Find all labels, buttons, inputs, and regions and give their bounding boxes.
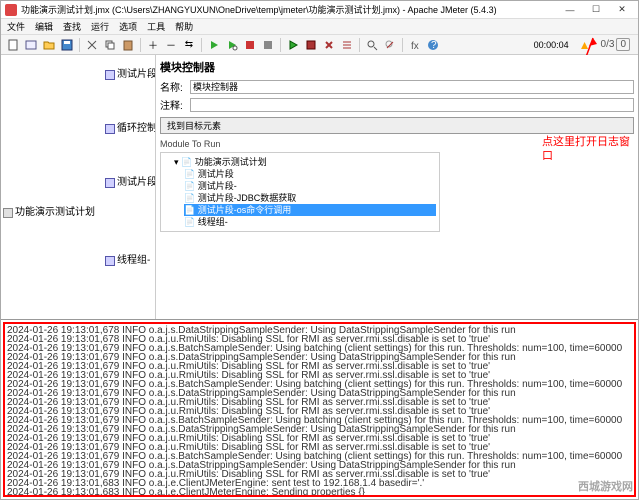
start-no-timers-button[interactable]	[224, 37, 240, 53]
stop-button[interactable]	[242, 37, 258, 53]
warning-icon[interactable]: ▲	[579, 38, 591, 52]
module-tree-item[interactable]: 📄 测试片段-	[184, 180, 436, 192]
menu-file[interactable]: 文件	[5, 20, 27, 33]
module-tree-root[interactable]: ▾ 📄 功能演示测试计划	[174, 156, 436, 168]
module-tree-item[interactable]: 📄 测试片段-JDBC数据获取	[184, 192, 436, 204]
remote-start-button[interactable]	[285, 37, 301, 53]
close-button[interactable]: ✕	[610, 3, 634, 17]
tree-item-label: 线程组-	[117, 255, 150, 267]
collapse-button[interactable]: －	[163, 37, 179, 53]
tree-item[interactable]: 功能演示测试计划 测试片段用户自定义变量HTTP请求_log/get/log正则表…	[3, 57, 153, 319]
new-button[interactable]	[5, 37, 21, 53]
paste-button[interactable]	[120, 37, 136, 53]
name-label: 名称:	[160, 79, 190, 94]
menu-options[interactable]: 选项	[117, 20, 139, 33]
tree-item-icon	[105, 256, 115, 266]
tree-item[interactable]: 测试片段-HTTP请求_log/log/用户自定义变量测试片段-JDBC数据获取…	[105, 165, 156, 201]
minimize-button[interactable]: —	[558, 3, 582, 17]
tree-item-icon	[105, 178, 115, 188]
body-area: 功能演示测试计划 测试片段用户自定义变量HTTP请求_log/get/log正则表…	[1, 55, 638, 499]
copy-button[interactable]	[102, 37, 118, 53]
watermark: 西城游戏网	[578, 478, 633, 494]
toolbar-separator	[140, 38, 141, 52]
menu-tools[interactable]: 工具	[145, 20, 167, 33]
reset-search-button[interactable]	[382, 37, 398, 53]
top-panes: 功能演示测试计划 测试片段用户自定义变量HTTP请求_log/get/log正则表…	[1, 55, 638, 320]
remote-stop-button[interactable]	[303, 37, 319, 53]
menubar: 文件 编辑 查找 运行 选项 工具 帮助	[1, 19, 638, 35]
toolbar-separator	[359, 38, 360, 52]
window-title: 功能演示测试计划.jmx (C:\Users\ZHANGYUXUN\OneDri…	[21, 3, 558, 16]
tree-item-label: 测试片段	[117, 69, 156, 81]
menu-search[interactable]: 查找	[61, 20, 83, 33]
annotation-text: 点这里打开日志窗口	[542, 135, 632, 163]
shutdown-button[interactable]	[260, 37, 276, 53]
error-count: 0	[616, 38, 630, 51]
tree-item-label: 功能演示测试计划	[15, 207, 95, 219]
tree-item-icon	[3, 208, 13, 218]
app-icon	[5, 4, 17, 16]
test-plan-tree[interactable]: 功能演示测试计划 测试片段用户自定义变量HTTP请求_log/get/log正则表…	[1, 55, 156, 319]
tree-item[interactable]: 测试片段用户自定义变量HTTP请求_log/get/log正则表达式提取器Bea…	[105, 57, 156, 93]
thread-stats: 0/30	[597, 39, 634, 50]
start-button[interactable]	[206, 37, 222, 53]
toolbar-separator	[402, 38, 403, 52]
find-target-button[interactable]: 找到目标元素	[160, 117, 634, 134]
toolbar-separator	[280, 38, 281, 52]
module-tree[interactable]: ▾ 📄 功能演示测试计划 📄 测试片段 📄 测试片段- 📄 测试片段-JDBC数…	[160, 152, 440, 232]
comment-label: 注释:	[160, 97, 190, 112]
clear-all-button[interactable]	[339, 37, 355, 53]
module-tree-item[interactable]: 📄 线程组-	[184, 216, 436, 228]
search-button[interactable]	[364, 37, 380, 53]
function-helper-button[interactable]: fx	[407, 37, 423, 53]
name-field[interactable]	[190, 80, 634, 94]
editor-pane: 模块控制器 名称: 注释: 找到目标元素 Module To Run ▾ 📄 功…	[156, 55, 638, 319]
tree-item[interactable]: 线程组-模块控制器-测试片段模块控制器一测试片段模块控制器一JDBC数据获取模块…	[105, 201, 156, 319]
component-title: 模块控制器	[160, 59, 634, 75]
svg-text:fx: fx	[411, 41, 419, 51]
jmeter-window: 功能演示测试计划.jmx (C:\Users\ZHANGYUXUN\OneDri…	[0, 0, 639, 500]
toolbar-separator	[79, 38, 80, 52]
svg-text:?: ?	[431, 40, 437, 51]
elapsed-timer: 00:00:04	[534, 40, 569, 50]
tree-item[interactable]: 循环控制器CSV 数据文件设置HTTP信息头管理器计数器随机变量HTTP请求-c…	[105, 93, 156, 165]
save-button[interactable]	[59, 37, 75, 53]
menu-run[interactable]: 运行	[89, 20, 111, 33]
tree-item-label: 测试片段-	[117, 177, 156, 189]
cut-button[interactable]	[84, 37, 100, 53]
log-line: 2024-01-26 19:13:01,683 INFO o.a.j.e.Cli…	[7, 488, 632, 497]
templates-button[interactable]	[23, 37, 39, 53]
maximize-button[interactable]: ☐	[584, 3, 608, 17]
module-tree-item[interactable]: 📄 测试片段-os命令行调用	[184, 204, 436, 216]
tree-item-icon	[105, 70, 115, 80]
clear-button[interactable]	[321, 37, 337, 53]
tree-item-icon	[105, 124, 115, 134]
tree-item-label: 循环控制器	[117, 123, 156, 135]
comment-field[interactable]	[190, 98, 634, 112]
module-tree-item[interactable]: 📄 测试片段	[184, 168, 436, 180]
menu-edit[interactable]: 编辑	[33, 20, 55, 33]
expand-button[interactable]: ＋	[145, 37, 161, 53]
toolbar-separator	[201, 38, 202, 52]
titlebar: 功能演示测试计划.jmx (C:\Users\ZHANGYUXUN\OneDri…	[1, 1, 638, 19]
open-button[interactable]	[41, 37, 57, 53]
help-button[interactable]: ?	[425, 37, 441, 53]
log-panel[interactable]: 2024-01-26 19:13:01,678 INFO o.a.j.s.Dat…	[3, 322, 636, 497]
menu-help[interactable]: 帮助	[173, 20, 195, 33]
toolbar: ＋ － ⇆ fx ? 00:00:04 ▲ 0/30	[1, 35, 638, 55]
toggle-button[interactable]: ⇆	[181, 37, 197, 53]
window-controls: — ☐ ✕	[558, 3, 634, 17]
